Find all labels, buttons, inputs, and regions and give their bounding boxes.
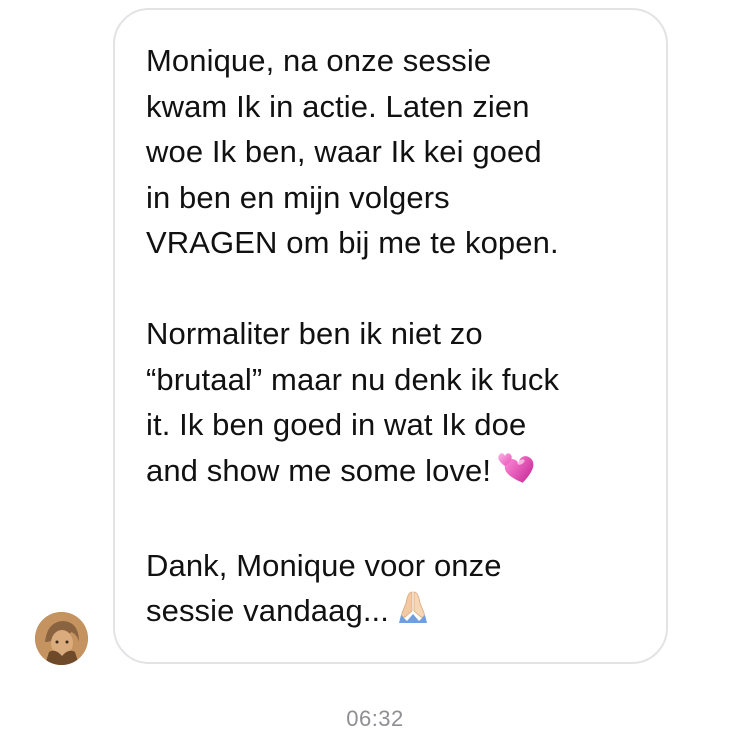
message-line: kwam Ik in actie. Laten zien — [146, 88, 530, 124]
message-line-with-emoji: and show me some love! — [146, 448, 646, 498]
profile-photo — [35, 612, 88, 665]
message-paragraph-2: Normaliter ben ik niet zo “brutaal” maar… — [146, 311, 646, 497]
message-line: woe Ik ben, waar Ik kei goed — [146, 134, 542, 169]
message-line: “brutaal” maar nu denk ik fuck — [146, 361, 560, 397]
message-line: it. Ik ben goed in wat Ik doe — [146, 407, 527, 442]
avatar[interactable] — [35, 612, 88, 665]
message-paragraph-1: Monique, na onze sessie kwam Ik in actie… — [146, 38, 646, 266]
two-hearts-icon — [497, 451, 535, 498]
folded-hands-icon — [395, 589, 431, 638]
message-bubble[interactable]: Monique, na onze sessie kwam Ik in actie… — [113, 8, 668, 664]
message-line: Normaliter ben ik niet zo — [146, 316, 483, 351]
message-line: Monique, na onze sessie — [146, 43, 492, 78]
message-line-with-emoji: sessie vandaag... — [146, 588, 646, 638]
message-line: in ben en mijn volgers — [146, 179, 450, 215]
message-line: Dank, Monique voor onze — [146, 547, 502, 583]
message-line: and show me some love! — [146, 452, 492, 488]
message-line: VRAGEN om bij me te kopen. — [146, 225, 559, 260]
message-line: sessie vandaag... — [146, 593, 389, 628]
message-timestamp: 06:32 — [346, 706, 404, 731]
message-paragraph-3: Dank, Monique voor onze sessie vandaag..… — [146, 543, 646, 638]
